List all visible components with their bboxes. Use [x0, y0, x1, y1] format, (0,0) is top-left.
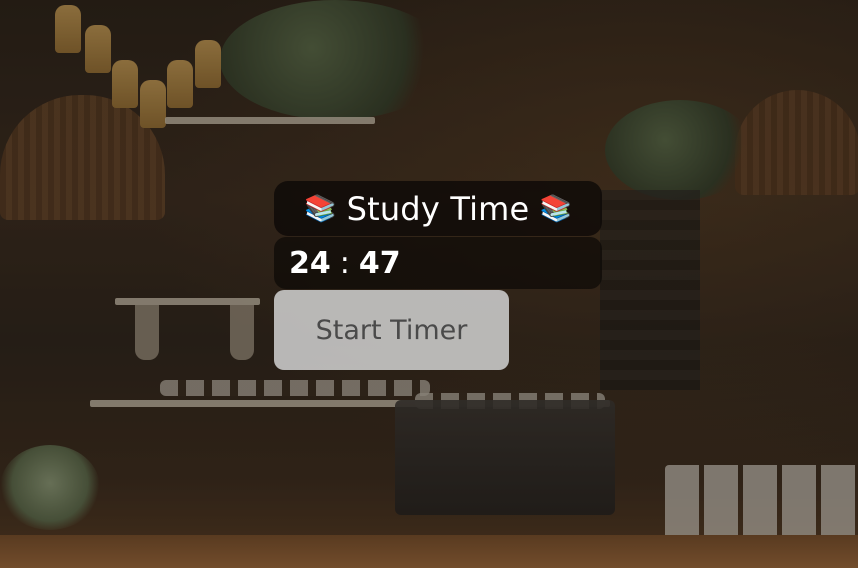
widget-title: Study Time — [346, 189, 530, 228]
timer-separator: : — [339, 245, 350, 281]
timer-display: 24 : 47 — [274, 237, 602, 289]
cafe-background: 📚 Study Time 📚 24 : 47 Start Timer — [0, 0, 858, 568]
books-icon: 📚 — [303, 193, 337, 224]
title-bar: 📚 Study Time 📚 — [274, 181, 602, 236]
timer-seconds: 47 — [358, 245, 401, 281]
timer-minutes: 24 — [289, 245, 331, 281]
start-timer-button[interactable]: Start Timer — [274, 290, 509, 370]
books-icon: 📚 — [539, 193, 573, 224]
